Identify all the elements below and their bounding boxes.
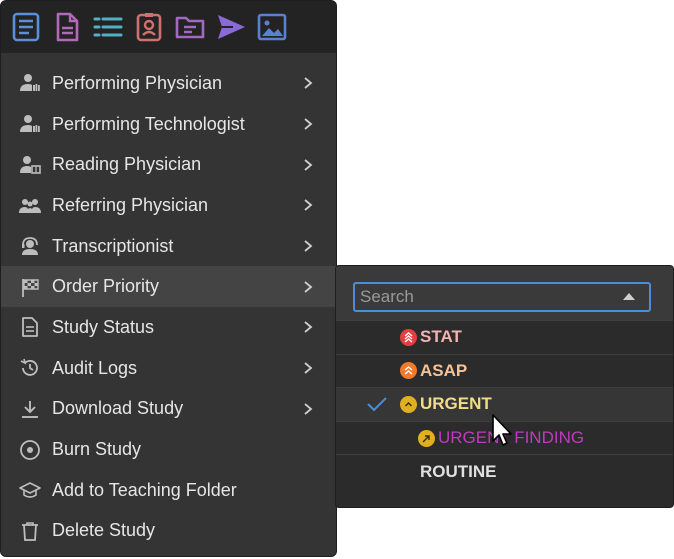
menu-item-add-to-teaching-folder[interactable]: Add to Teaching Folder — [1, 470, 336, 511]
menu-item-list: Performing Physician Performing Technolog… — [1, 53, 336, 551]
menu-item-burn-study[interactable]: Burn Study — [1, 429, 336, 470]
menu-item-label: Transcriptionist — [52, 235, 174, 256]
user-read-icon — [19, 154, 41, 176]
menu-item-label: Download Study — [52, 398, 184, 419]
priority-option-routine[interactable]: ROUTINE — [336, 454, 673, 488]
menu-item-performing-physician[interactable]: Performing Physician — [1, 63, 336, 104]
menu-item-reading-physician[interactable]: Reading Physician — [1, 144, 336, 185]
search-box[interactable] — [353, 282, 651, 312]
checkered-flag-icon — [19, 276, 41, 298]
caret-up-icon[interactable] — [623, 293, 635, 300]
priority-option-label: URGENT — [420, 394, 492, 414]
download-icon — [19, 398, 41, 420]
double-chevron-up-icon — [400, 362, 417, 380]
headset-icon — [19, 235, 41, 257]
chevron-up-icon — [400, 395, 417, 413]
priority-option-label: ASAP — [420, 360, 468, 380]
menu-item-study-status[interactable]: Study Status — [1, 307, 336, 348]
search-input[interactable] — [360, 287, 600, 307]
triple-chevron-up-icon — [400, 328, 417, 346]
menu-item-audit-logs[interactable]: Audit Logs — [1, 348, 336, 389]
user-hand-icon — [19, 113, 41, 135]
file-icon — [19, 316, 41, 338]
menu-item-delete-study[interactable]: Delete Study — [1, 511, 336, 552]
menu-item-performing-technologist[interactable]: Performing Technologist — [1, 104, 336, 145]
priority-option-label: ROUTINE — [420, 461, 497, 481]
menu-item-referring-physician[interactable]: Referring Physician — [1, 185, 336, 226]
menu-item-label: Audit Logs — [52, 357, 138, 378]
chevron-right-icon — [302, 158, 314, 172]
history-icon — [19, 357, 41, 379]
list-icon[interactable] — [91, 10, 125, 44]
folder-icon[interactable] — [173, 10, 207, 44]
menu-item-label: Performing Technologist — [52, 113, 245, 134]
menu-item-label: Referring Physician — [52, 194, 209, 215]
graduation-cap-icon — [19, 479, 41, 501]
chevron-right-icon — [302, 117, 314, 131]
report-icon[interactable] — [9, 10, 43, 44]
chevron-right-icon — [302, 198, 314, 212]
menu-item-label: Study Status — [52, 316, 155, 337]
menu-item-label: Reading Physician — [52, 154, 202, 175]
mouse-cursor-icon — [492, 414, 512, 446]
checkmark-icon — [366, 395, 388, 413]
arrow-up-right-icon — [418, 429, 435, 447]
trash-icon — [19, 520, 41, 542]
send-icon[interactable] — [214, 10, 248, 44]
order-priority-submenu: STATASAPURGENTURGENT FINDINGROUTINE — [335, 265, 674, 508]
id-badge-icon[interactable] — [132, 10, 166, 44]
users-icon — [19, 194, 41, 216]
menu-item-label: Order Priority — [52, 276, 160, 297]
context-menu: Performing Physician Performing Technolog… — [0, 0, 337, 557]
menu-item-label: Performing Physician — [52, 72, 223, 93]
priority-option-list: STAT ASAP URGENT URGENT FINDING ROUTINE — [336, 320, 673, 488]
menu-item-label: Add to Teaching Folder — [52, 479, 237, 500]
menu-item-label: Delete Study — [52, 520, 156, 541]
priority-option-asap[interactable]: ASAP — [336, 353, 673, 388]
chevron-right-icon — [302, 280, 314, 294]
menu-item-order-priority[interactable]: Order Priority — [1, 266, 336, 308]
user-hand-icon — [19, 72, 41, 94]
priority-option-stat[interactable]: STAT — [336, 320, 673, 354]
search-container — [336, 266, 673, 320]
chevron-right-icon — [302, 239, 314, 253]
toolbar — [1, 1, 336, 53]
priority-option-label: STAT — [420, 327, 462, 347]
image-icon[interactable] — [255, 10, 289, 44]
chevron-right-icon — [302, 76, 314, 90]
disc-icon — [19, 439, 41, 461]
menu-item-download-study[interactable]: Download Study — [1, 389, 336, 430]
document-icon[interactable] — [50, 10, 84, 44]
menu-item-transcriptionist[interactable]: Transcriptionist — [1, 226, 336, 267]
menu-item-label: Burn Study — [52, 439, 142, 460]
chevron-right-icon — [302, 320, 314, 334]
chevron-right-icon — [302, 402, 314, 416]
chevron-right-icon — [302, 361, 314, 375]
